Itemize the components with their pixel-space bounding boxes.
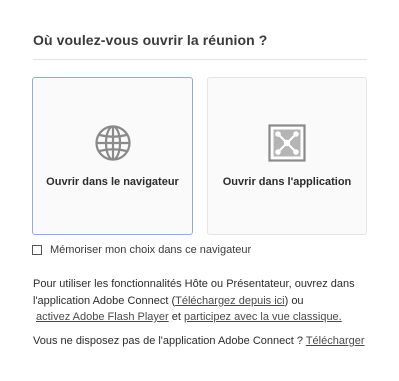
dialog-title: Où voulez-vous ouvrir la réunion ? [33,32,268,48]
open-in-browser-label: Ouvrir dans le navigateur [46,176,179,188]
download-from-here-link[interactable]: Téléchargez depuis ici [175,295,284,307]
title-divider [33,59,367,60]
download-question: Vous ne disposez pas de l'application Ad… [33,335,306,347]
remember-choice-checkbox[interactable] [32,245,42,255]
activate-flash-player-link[interactable]: activez Adobe Flash Player [36,311,169,323]
adobe-connect-app-icon [268,124,306,162]
info-line-3: activez Adobe Flash Player et participez… [33,309,355,326]
info-line-2-suffix: ) ou [284,294,304,307]
download-prompt: Vous ne disposez pas de l'application Ad… [33,335,365,347]
open-in-application-option[interactable]: Ouvrir dans l'application [207,77,367,235]
info-line-2: l'application Adobe Connect (Téléchargez… [33,293,355,310]
classic-view-link[interactable]: participez avec la vue classique. [184,311,342,323]
open-in-browser-option[interactable]: Ouvrir dans le navigateur [32,77,193,235]
info-line-2-prefix: l'application Adobe Connect ( [33,294,176,307]
info-line-3-middle: et [168,311,184,323]
remember-choice-label: Mémoriser mon choix dans ce navigateur [50,244,252,256]
host-presenter-info: Pour utiliser les fonctionnalités Hôte o… [33,276,355,326]
remember-choice-row[interactable]: Mémoriser mon choix dans ce navigateur [32,243,251,257]
info-line-1: Pour utiliser les fonctionnalités Hôte o… [33,278,355,290]
download-link[interactable]: Télécharger [306,335,365,347]
globe-icon [94,125,131,161]
open-in-application-label: Ouvrir dans l'application [222,176,352,188]
